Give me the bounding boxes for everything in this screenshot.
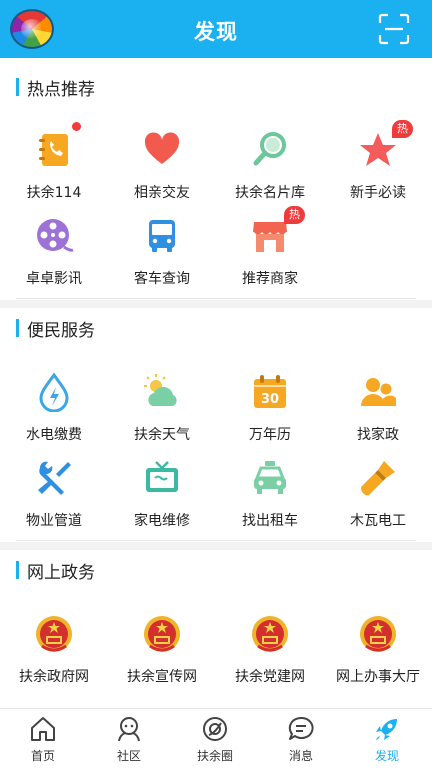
taxi-icon: [254, 461, 286, 494]
grid-item-label: 客车查询: [134, 271, 190, 287]
rocket-icon: [376, 719, 397, 740]
grid-item-fuyu114[interactable]: 扶余114: [0, 122, 108, 216]
people-icon: [361, 378, 396, 406]
grid-item-plumbing[interactable]: 物业管道: [0, 458, 108, 544]
tab-circle[interactable]: 扶余圈: [172, 709, 258, 769]
hot-badge: 热: [284, 206, 305, 224]
grid-item-online-hall[interactable]: 网上办事大厅: [324, 614, 432, 700]
grid-item-label: 扶余天气: [134, 427, 190, 443]
grid-item-movies[interactable]: 卓卓影讯: [0, 216, 108, 302]
tab-label: 首页: [30, 749, 55, 763]
section-divider: [16, 298, 416, 299]
grid-item-label: 物业管道: [26, 513, 82, 529]
grid-item-appliance-repair[interactable]: 家电维修: [108, 458, 216, 544]
paint-brush-icon: [361, 461, 395, 496]
grid-item-weather[interactable]: 扶余天气: [108, 372, 216, 458]
top-bar: 发现: [0, 0, 432, 58]
grid-item-bus[interactable]: 客车查询: [108, 216, 216, 302]
home-icon: [31, 717, 55, 741]
section-title: 热点推荐: [27, 79, 95, 100]
grid-item-gov-site[interactable]: 扶余政府网: [0, 614, 108, 700]
grid-item-merchants[interactable]: 热 推荐商家: [216, 206, 324, 302]
emblem-icon: [360, 616, 396, 652]
phone-book-icon: [39, 134, 68, 166]
emblem-icon: [36, 616, 72, 652]
section-title: 便民服务: [27, 320, 95, 341]
tv-icon: [146, 461, 178, 492]
grid-item-label: 扶余党建网: [235, 669, 305, 685]
section-divider: [16, 540, 416, 541]
page-title: 发现: [194, 20, 238, 44]
grid-item-label: 万年历: [249, 427, 291, 443]
grid-item-party-site[interactable]: 扶余党建网: [216, 614, 324, 700]
grid-item-label: 卓卓影讯: [26, 271, 82, 287]
emblem-icon: [144, 616, 180, 652]
new-dot-badge: [72, 122, 81, 131]
grid-item-label: 水电缴费: [26, 427, 82, 443]
grid-item-utility-bill[interactable]: 水电缴费: [0, 372, 108, 458]
heart-icon: [144, 132, 180, 164]
weather-icon: [144, 374, 177, 406]
grid-item-taxi[interactable]: 找出租车: [216, 458, 324, 544]
grid-item-label: 扶余宣传网: [127, 669, 197, 685]
grid-item-housekeeping[interactable]: 找家政: [324, 372, 432, 458]
section-title: 网上政务: [27, 562, 95, 583]
section-gap: [0, 300, 432, 308]
calendar-icon: 30: [254, 375, 286, 408]
grid-item-card-library[interactable]: 扶余名片库: [216, 130, 324, 216]
hot-badge: 热: [392, 120, 413, 138]
scan-icon[interactable]: [378, 13, 410, 45]
grid-item-beginner[interactable]: 热 新手必读: [324, 120, 432, 216]
calendar-day: 30: [261, 392, 279, 407]
tools-icon: [38, 461, 71, 495]
tab-community[interactable]: 社区: [86, 709, 172, 769]
grid-item-label: 网上办事大厅: [336, 669, 420, 685]
grid-item-label: 木瓦电工: [350, 513, 406, 529]
grid-item-label: 扶余114: [26, 185, 82, 201]
section-accent-bar: [16, 78, 19, 96]
tab-label: 社区: [116, 749, 141, 763]
tab-label: 消息: [288, 749, 313, 763]
grid-item-publicity-site[interactable]: 扶余宣传网: [108, 614, 216, 700]
water-drop-icon: [39, 372, 69, 412]
grid-item-dating[interactable]: 相亲交友: [108, 130, 216, 216]
grid-item-label: 找家政: [357, 427, 399, 443]
emblem-icon: [252, 616, 288, 652]
film-reel-icon: [37, 219, 74, 252]
grid-item-electrician[interactable]: 木瓦电工: [324, 458, 432, 544]
tab-label: 发现: [374, 749, 399, 763]
community-icon: [118, 717, 140, 742]
section-accent-bar: [16, 561, 19, 579]
grid-item-label: 家电维修: [134, 513, 190, 529]
tab-label: 扶余圈: [196, 749, 233, 763]
magnifier-icon: [253, 132, 286, 166]
grid-item-label: 相亲交友: [134, 185, 190, 201]
grid-item-label: 扶余名片库: [235, 185, 305, 201]
section-header-hot: 热点推荐: [16, 75, 95, 100]
bus-icon: [149, 220, 175, 252]
section-header-services: 便民服务: [16, 316, 95, 341]
circle-icon: [203, 717, 227, 741]
grid-item-label: 新手必读: [350, 185, 406, 201]
section-accent-bar: [16, 319, 19, 337]
tab-home[interactable]: 首页: [0, 709, 86, 769]
message-icon: [288, 716, 314, 740]
grid-item-calendar[interactable]: 30 万年历: [216, 372, 324, 458]
section-gap: [0, 542, 432, 550]
grid-item-label: 推荐商家: [242, 271, 298, 287]
tab-messages[interactable]: 消息: [258, 709, 344, 769]
grid-item-label: 扶余政府网: [19, 669, 89, 685]
grid-item-label: 找出租车: [242, 513, 298, 529]
section-header-egov: 网上政务: [16, 558, 95, 583]
tab-discover[interactable]: 发现: [344, 709, 430, 769]
bottom-tab-bar: 首页 社区 扶余圈 消息 发现: [0, 708, 432, 768]
